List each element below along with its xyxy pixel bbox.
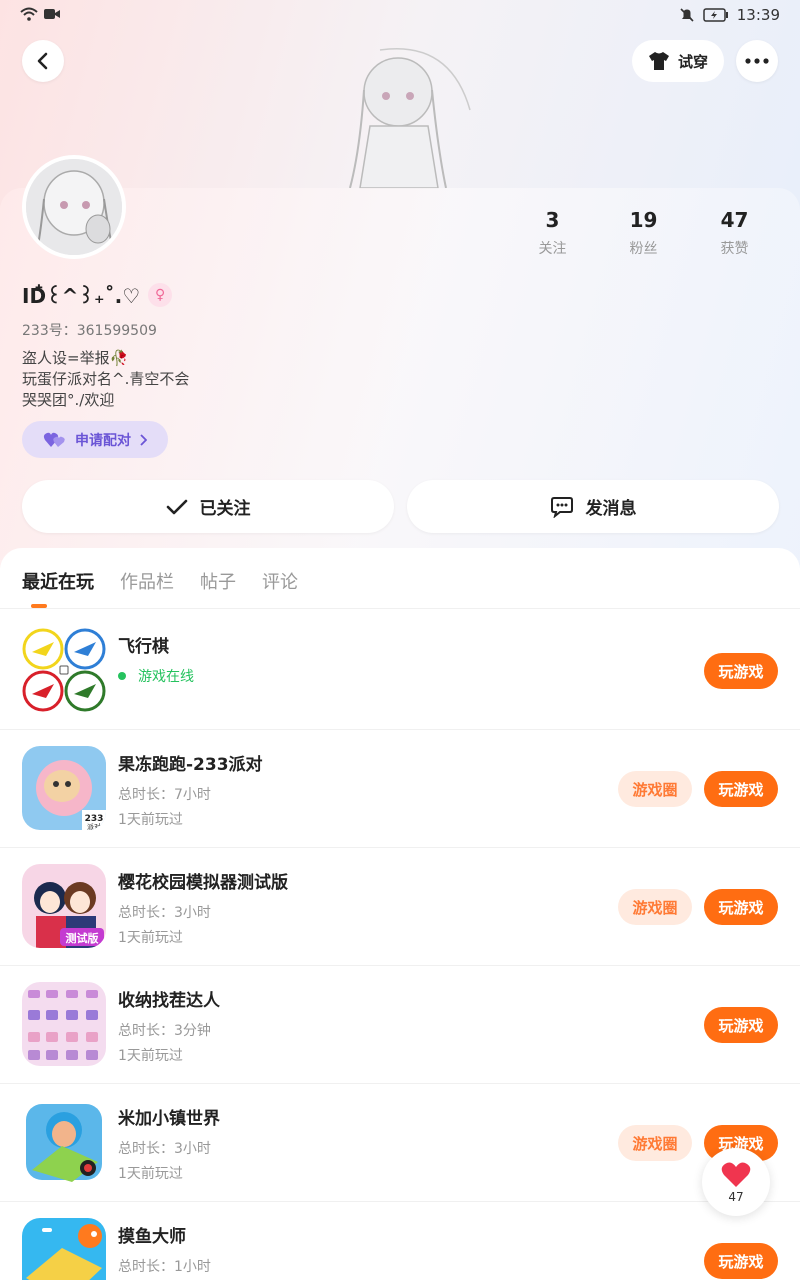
play-duration: 总时长：3分钟 xyxy=(118,1023,211,1039)
more-options-button[interactable] xyxy=(736,40,778,82)
stat-label: 获赞 xyxy=(720,241,749,257)
profile-tabs: 最近在玩 作品栏 帖子 评论 xyxy=(22,568,298,594)
stat-following[interactable]: 3 关注 xyxy=(507,208,598,258)
chat-bubble-icon xyxy=(550,496,573,518)
tab-posts[interactable]: 帖子 xyxy=(200,568,236,594)
banner-character-image xyxy=(349,48,471,189)
stat-label: 粉丝 xyxy=(629,241,658,257)
apply-pair-label: 申请配对 xyxy=(75,432,131,449)
tab-recently-played[interactable]: 最近在玩 xyxy=(22,568,94,594)
wifi-icon xyxy=(20,7,38,21)
try-on-label: 试穿 xyxy=(677,52,708,71)
last-played: 1天前玩过 xyxy=(118,1048,183,1064)
game-row[interactable]: 233 派对 果冻跑跑-233派对 总时长：7小时 1天前玩过 游戏圈 玩游戏 xyxy=(0,730,800,848)
bio-line: 盗人设=举报🥀 xyxy=(22,349,129,367)
followed-button[interactable]: 已关注 xyxy=(22,480,394,533)
game-icon xyxy=(22,1218,106,1280)
avatar-image xyxy=(26,159,122,255)
game-icon: 测试版 xyxy=(22,864,106,948)
chevron-right-icon xyxy=(140,433,147,446)
game-title: 摸鱼大师 xyxy=(118,1227,186,1247)
video-record-icon xyxy=(44,9,60,19)
game-row[interactable]: 飞行棋 游戏在线 玩游戏 xyxy=(0,612,800,730)
status-time: 13:39 xyxy=(736,6,780,24)
stat-label: 关注 xyxy=(538,241,567,257)
online-status: 游戏在线 xyxy=(118,666,194,686)
content-panel: 最近在玩 作品栏 帖子 评论 飞行棋 游戏在线 玩游戏 233 派对 果冻跑跑-… xyxy=(0,548,800,1280)
back-button[interactable] xyxy=(22,40,64,82)
stat-value: 19 xyxy=(629,208,658,232)
play-duration: 总时长：7小时 xyxy=(118,787,211,803)
last-played: 1天前玩过 xyxy=(118,930,183,946)
game-title: 樱花校园模拟器测试版 xyxy=(118,873,288,893)
stat-value: 3 xyxy=(545,208,560,232)
last-played: 1天前玩过 xyxy=(118,812,183,828)
tab-comments[interactable]: 评论 xyxy=(262,568,298,594)
play-game-button[interactable]: 玩游戏 xyxy=(704,771,778,807)
play-game-button[interactable]: 玩游戏 xyxy=(704,1243,778,1279)
svg-text:派对: 派对 xyxy=(87,822,101,830)
game-circle-button[interactable]: 游戏圈 xyxy=(618,889,692,925)
tab-works[interactable]: 作品栏 xyxy=(120,568,174,594)
female-gender-icon: ♀ xyxy=(148,283,173,307)
send-message-button[interactable]: 发消息 xyxy=(407,480,779,533)
game-title: 飞行棋 xyxy=(118,637,169,657)
profile-stats: 3 关注 19 粉丝 47 获赞 xyxy=(507,208,780,258)
heart-icon xyxy=(721,1162,751,1187)
game-title: 果冻跑跑-233派对 xyxy=(118,755,263,775)
online-text: 游戏在线 xyxy=(138,669,194,685)
game-row[interactable]: 摸鱼大师 总时长：1小时 玩游戏 xyxy=(0,1202,800,1280)
stat-likes[interactable]: 47 获赞 xyxy=(689,208,780,258)
more-dots-icon xyxy=(745,58,769,64)
game-icon xyxy=(22,628,106,712)
play-duration: 总时长：3小时 xyxy=(118,1141,211,1157)
stat-value: 47 xyxy=(720,208,749,232)
play-game-button[interactable]: 玩游戏 xyxy=(704,653,778,689)
nickname: ID໋꒰^꒱₊˚.♡ xyxy=(22,284,141,308)
game-row[interactable]: 测试版 樱花校园模拟器测试版 总时长：3小时 1天前玩过 游戏圈 玩游戏 xyxy=(0,848,800,966)
chevron-left-icon xyxy=(37,52,48,70)
followed-label: 已关注 xyxy=(199,499,251,519)
last-played: 1天前玩过 xyxy=(118,1166,183,1182)
bio: 盗人设=举报🥀 玩蛋仔派对名^.青空不会 哭哭团°./欢迎 xyxy=(22,348,189,411)
avatar[interactable] xyxy=(22,155,126,259)
like-count: 47 xyxy=(728,1189,744,1204)
game-row[interactable]: 米加小镇世界 总时长：3小时 1天前玩过 游戏圈 玩游戏 xyxy=(0,1084,800,1202)
double-heart-icon xyxy=(43,432,65,447)
try-on-button[interactable]: 试穿 xyxy=(632,40,724,82)
stat-fans[interactable]: 19 粉丝 xyxy=(598,208,689,258)
game-icon xyxy=(22,982,106,1066)
nickname-row: ID໋꒰^꒱₊˚.♡ ♀ xyxy=(22,282,173,308)
floating-like-button[interactable]: 47 xyxy=(702,1148,770,1216)
play-duration: 总时长：3小时 xyxy=(118,905,211,921)
play-duration: 总时长：1小时 xyxy=(118,1259,211,1275)
game-circle-button[interactable]: 游戏圈 xyxy=(618,1125,692,1161)
tab-divider xyxy=(0,608,800,609)
battery-charging-icon xyxy=(703,8,728,22)
play-game-button[interactable]: 玩游戏 xyxy=(704,889,778,925)
shirt-icon xyxy=(648,52,669,70)
game-title: 米加小镇世界 xyxy=(118,1109,220,1129)
notifications-off-icon xyxy=(680,8,694,22)
game-title: 收纳找茬达人 xyxy=(118,991,220,1011)
bio-line: 哭哭团°./欢迎 xyxy=(22,391,115,409)
user-id: 233号：361599509 xyxy=(22,323,157,339)
bio-line: 玩蛋仔派对名^.青空不会 xyxy=(22,370,190,388)
checkmark-icon xyxy=(166,499,187,514)
game-icon: 233 派对 xyxy=(22,746,106,830)
game-circle-button[interactable]: 游戏圈 xyxy=(618,771,692,807)
online-dot-icon xyxy=(118,672,126,680)
game-row[interactable]: 收纳找茬达人 总时长：3分钟 1天前玩过 玩游戏 xyxy=(0,966,800,1084)
send-message-label: 发消息 xyxy=(585,499,637,519)
svg-text:测试版: 测试版 xyxy=(66,931,99,945)
game-icon xyxy=(22,1100,106,1184)
status-bar: 13:39 xyxy=(0,0,800,32)
play-game-button[interactable]: 玩游戏 xyxy=(704,1007,778,1043)
apply-pair-button[interactable]: 申请配对 xyxy=(22,421,168,458)
